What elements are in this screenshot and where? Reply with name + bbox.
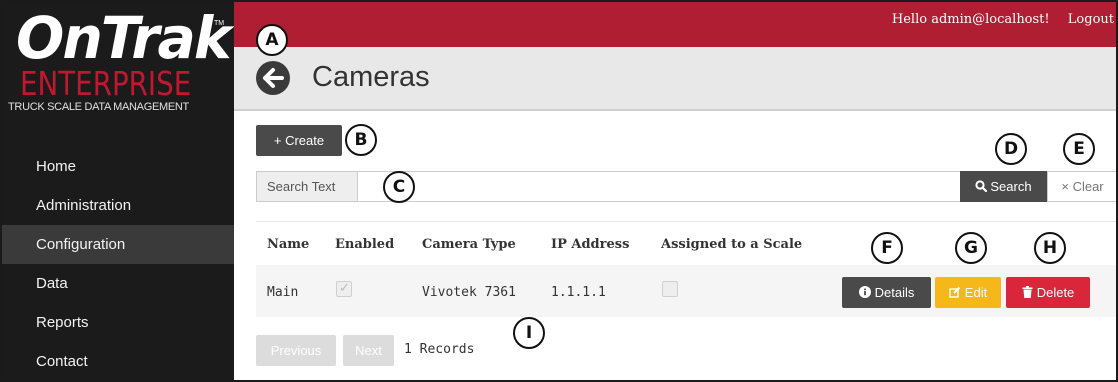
back-arrow-icon[interactable] (256, 61, 290, 95)
app-window: OnTrak TM ENTERPRISE TRUCK SCALE DATA MA… (0, 0, 1118, 382)
info-icon (858, 286, 871, 298)
sidebar: OnTrak TM ENTERPRISE TRUCK SCALE DATA MA… (2, 2, 234, 380)
logo-enterprise: ENTERPRISE (20, 64, 192, 103)
page-title: Cameras (312, 61, 430, 93)
callout-g: G (955, 232, 987, 264)
title-bar: Cameras (234, 47, 1116, 111)
sidebar-nav: Home Administration Configuration Data R… (2, 147, 234, 380)
edit-icon (949, 286, 961, 298)
sidebar-item-home[interactable]: Home (2, 147, 234, 186)
callout-f: F (871, 232, 903, 264)
column-header-ip-address: IP Address (551, 237, 630, 252)
trash-icon (1022, 286, 1033, 298)
details-button-label: Details (874, 285, 915, 300)
next-button[interactable]: Next (343, 335, 394, 366)
sidebar-item-contact[interactable]: Contact (2, 342, 234, 380)
sidebar-item-reports[interactable]: Reports (2, 303, 234, 342)
create-button[interactable]: + Create (256, 125, 342, 156)
logo: OnTrak TM ENTERPRISE TRUCK SCALE DATA MA… (2, 2, 234, 137)
callout-h: H (1034, 232, 1066, 264)
cell-ip-address: 1.1.1.1 (551, 285, 606, 300)
callout-i: I (513, 317, 545, 349)
search-button-label: Search (990, 179, 1032, 194)
column-header-assigned: Assigned to a Scale (661, 237, 803, 252)
user-menu: Hello admin@localhost! Logout (878, 12, 1114, 27)
delete-button-label: Delete (1036, 285, 1075, 300)
previous-button[interactable]: Previous (256, 335, 336, 366)
column-header-name: Name (267, 237, 310, 252)
search-icon (975, 180, 988, 193)
sidebar-item-configuration[interactable]: Configuration (2, 225, 234, 264)
callout-d: D (995, 133, 1027, 165)
callout-e: E (1063, 133, 1095, 165)
table-header: Name Enabled Camera Type IP Address Assi… (256, 227, 1116, 265)
record-count: 1 Records (404, 342, 475, 357)
logo-trademark: TM (214, 20, 225, 27)
column-header-enabled: Enabled (335, 237, 395, 252)
cell-camera-type: Vivotek 7361 (422, 285, 516, 300)
sidebar-item-data[interactable]: Data (2, 264, 234, 303)
divider (256, 221, 1116, 222)
clear-button[interactable]: × Clear (1047, 171, 1116, 202)
edit-button-label: Edit (964, 285, 988, 300)
logo-tagline: TRUCK SCALE DATA MANAGEMENT (8, 101, 189, 113)
delete-button[interactable]: Delete (1006, 277, 1090, 308)
cell-name: Main (267, 285, 299, 300)
top-bar: Hello admin@localhost! Logout (234, 2, 1116, 47)
search-input[interactable] (357, 171, 961, 202)
enabled-checkbox (336, 280, 352, 297)
details-button[interactable]: Details (842, 277, 931, 308)
user-greeting: Hello admin@localhost! (891, 12, 1050, 27)
search-button[interactable]: Search (960, 171, 1047, 202)
callout-a: A (256, 24, 288, 56)
table-row: Main Vivotek 7361 1.1.1.1 Details Edit (256, 265, 1116, 317)
assigned-checkbox (662, 281, 678, 297)
column-header-camera-type: Camera Type (422, 237, 516, 252)
edit-button[interactable]: Edit (935, 277, 1001, 308)
sidebar-item-administration[interactable]: Administration (2, 186, 234, 225)
search-label: Search Text (256, 171, 358, 202)
callout-c: C (383, 171, 415, 203)
callout-b: B (345, 124, 377, 156)
logo-wordmark: OnTrak (16, 4, 232, 72)
logout-link[interactable]: Logout (1068, 12, 1114, 27)
